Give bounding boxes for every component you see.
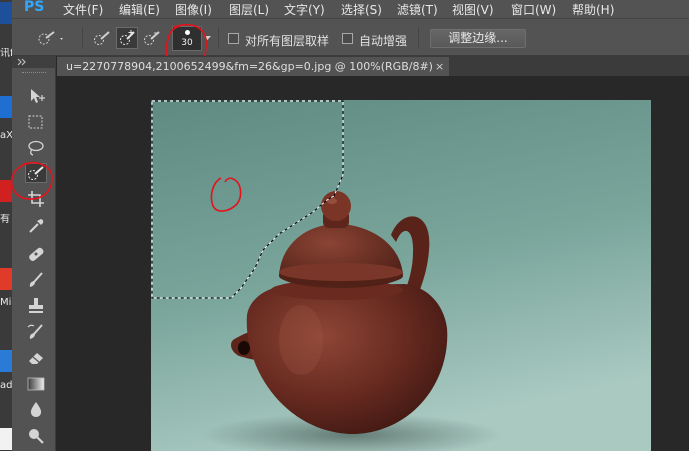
panel-grip [22,72,46,74]
rectangular-marquee-icon [28,115,43,129]
sample-all-layers-checkbox[interactable] [228,33,239,44]
sample-all-layers-label: 对所有图层取样 [245,34,330,48]
menu-select[interactable]: 选择(S) [341,1,382,18]
document-tab-bar: u=2270778904,2100652499&fm=26&gp=0.jpg @… [57,56,689,76]
bandage-icon [29,247,44,261]
auto-enhance-checkbox[interactable] [342,33,353,44]
annotation-circle [10,162,53,200]
marquee-tool[interactable] [25,112,47,132]
add-to-selection-button[interactable] [116,27,138,49]
menu-bar: PS 文件(F) 编辑(E) 图像(I) 图层(L) 文字(Y) 选择(S) 滤… [12,0,689,18]
desktop-label: Mi [0,297,12,308]
desktop-label: ad [0,380,12,391]
brush-tool[interactable] [25,270,47,290]
blur-tool[interactable] [25,400,47,420]
options-bar: 30 对所有图层取样 自动增强 调整边缘... [12,18,689,75]
eyedropper-icon [29,219,44,233]
dodge-tool[interactable] [25,426,47,446]
magnifier-dodge-icon [29,429,44,444]
menu-window[interactable]: 窗口(W) [511,1,556,18]
new-selection-icon [94,31,110,45]
water-drop-icon [30,402,42,417]
subtract-from-selection-button[interactable] [142,30,162,46]
desktop-strip: 讯f aX 有 Mi ad [0,0,12,451]
brush-icon [29,272,43,287]
menu-layer[interactable]: 图层(L) [229,1,269,18]
history-brush-tool[interactable] [25,322,47,342]
menu-edit[interactable]: 编辑(E) [119,1,160,18]
menu-image[interactable]: 图像(I) [175,1,212,18]
menu-file[interactable]: 文件(F) [63,1,103,18]
gradient-icon [27,377,45,391]
stamp-icon [29,298,43,313]
gradient-tool[interactable] [25,374,47,394]
options-separator [218,27,219,49]
new-selection-button[interactable] [92,30,112,46]
eraser-icon [29,353,43,364]
menu-filter[interactable]: 滤镜(T) [397,1,438,18]
tool-preset-picker[interactable] [37,30,63,46]
menu-type[interactable]: 文字(Y) [284,1,325,18]
desktop-icon [0,268,12,290]
eyedropper-tool[interactable] [25,215,47,235]
subtract-selection-icon [144,31,160,45]
desktop-icon [0,428,12,450]
double-chevron-icon [17,58,26,66]
desktop-label: aX [0,130,12,141]
tools-panel [10,56,56,451]
desktop-icon [0,350,12,372]
add-to-selection-icon [120,30,135,45]
lasso-tool[interactable] [25,138,47,158]
history-brush-icon [27,324,43,339]
options-separator [418,27,419,49]
menu-view[interactable]: 视图(V) [452,1,494,18]
workspace [57,76,689,451]
options-separator [82,27,83,49]
app-logo: PS [24,0,45,15]
menu-help[interactable]: 帮助(H) [572,1,614,18]
quick-selection-preset-icon [38,31,63,45]
auto-enhance-label: 自动增强 [359,34,408,48]
desktop-icon [0,2,12,24]
refine-edge-button[interactable]: 调整边缘... [430,29,526,48]
desktop-icon [0,96,12,118]
document-title: u=2270778904,2100652499&fm=26&gp=0.jpg @… [66,60,433,73]
healing-brush-tool[interactable] [25,244,47,264]
teapot-photo [151,100,651,451]
lasso-icon [28,140,44,156]
eraser-tool[interactable] [25,348,47,368]
desktop-label: 有 [0,214,10,225]
move-icon [31,89,45,103]
close-tab-button[interactable]: × [435,60,444,73]
tools-panel-header[interactable] [12,56,56,68]
clone-stamp-tool[interactable] [25,296,47,316]
image-canvas[interactable] [151,100,651,451]
document-tab[interactable]: u=2270778904,2100652499&fm=26&gp=0.jpg @… [57,57,449,76]
desktop-label: 讯f [0,48,12,59]
move-tool[interactable] [25,86,47,106]
